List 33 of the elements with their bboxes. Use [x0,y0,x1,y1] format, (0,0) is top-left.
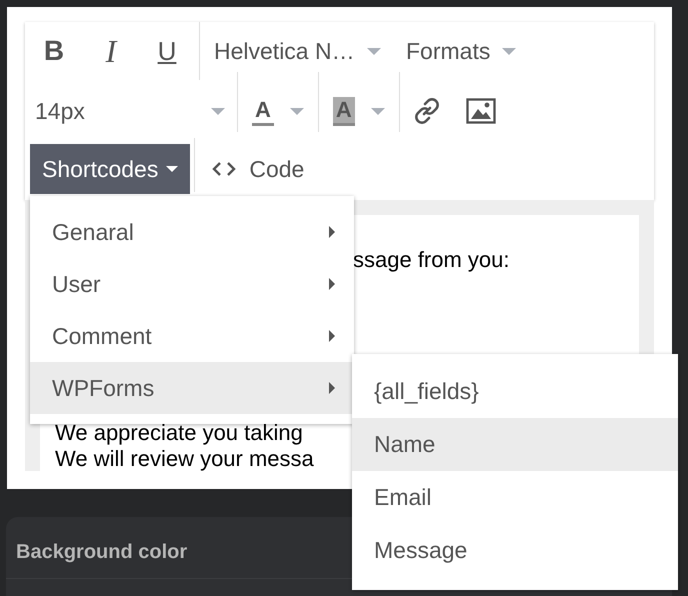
italic-button[interactable]: I [83,26,139,76]
font-size-select[interactable]: 14px [25,88,237,134]
font-family-select[interactable]: Helvetica N… [208,28,400,74]
section-title: Background color [15,540,188,565]
text-color-button[interactable]: A [238,88,318,134]
submenu-arrow-icon [328,225,336,239]
caret-icon [370,108,385,114]
submenu-item[interactable]: Email [352,471,678,524]
menu-item[interactable]: User [30,258,354,310]
bold-button[interactable]: B [25,26,83,76]
shortcodes-button[interactable]: Shortcodes [30,144,190,194]
code-icon [211,161,238,177]
submenu-arrow-icon [328,277,336,291]
text-line: ssage from you: [353,247,510,273]
text-line: We appreciate you taking [55,420,303,446]
image-icon [466,98,496,124]
caret-icon [166,166,178,172]
menu-item[interactable]: WPForms [30,362,354,414]
submenu-arrow-icon [328,329,336,343]
formats-select[interactable]: Formats [400,28,522,74]
submenu-item[interactable]: Message [352,524,678,577]
submenu-arrow-icon [328,381,336,395]
caret-icon [290,108,304,114]
caret-icon [211,108,225,114]
code-button[interactable]: Code [195,144,320,194]
menu-item[interactable]: Genaral [30,206,354,258]
menu-item[interactable]: Comment [30,310,354,362]
text-line: We will review your messa [55,446,314,471]
underline-button[interactable]: U [139,26,195,76]
caret-icon [366,48,381,54]
submenu-item[interactable]: {all_fields} [352,365,678,418]
submenu-item[interactable]: Name [352,418,678,471]
caret-icon [502,48,516,54]
